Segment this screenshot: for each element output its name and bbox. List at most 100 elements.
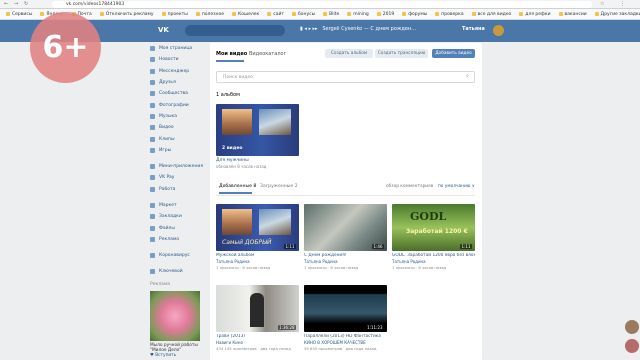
sidebar-item-label: Друзья [159,80,176,86]
sidebar-item[interactable]: Работа [150,184,205,195]
bookmark-item[interactable]: вакансии [558,11,587,17]
star-icon[interactable]: ☆ [600,1,604,7]
left-sidebar: Моя страница Новости Мессенджер Друзья Сообщ… [150,43,205,358]
video-author[interactable]: Навиги Кино [216,340,243,345]
vk-logo-icon[interactable]: VK [158,26,170,36]
video-duration: 1:46 [372,244,384,249]
bookmark-label: проверка [441,11,464,17]
bookmark-item[interactable]: сайт [267,12,284,17]
sidebar-item[interactable]: Музыка [150,111,205,122]
video-author[interactable]: Татьяна Родина [216,259,250,264]
sort-dropdown[interactable]: по умолчанию ∨ [438,184,475,189]
folder-icon [232,12,237,16]
bookmark-item[interactable]: Сервисы [6,12,32,17]
ad-join-link[interactable]: ♥ Вступить [150,353,205,358]
bookmark-item[interactable]: все для видео [471,12,511,17]
bookmark-item[interactable]: Кошелек [232,12,259,17]
reload-icon[interactable]: ↻ [24,1,28,7]
user-name[interactable]: Татьяна [462,26,485,32]
header-search-input[interactable] [185,25,285,36]
video-author[interactable]: Татьяна Родина [304,259,338,264]
sidebar-icon [150,269,155,275]
bookmark-item[interactable]: Другие закладки [594,12,640,17]
comments-review-link[interactable]: обзор комментариев [386,184,433,189]
sidebar-item[interactable]: Друзья [150,77,205,88]
search-icon[interactable]: ⌕ [466,73,469,79]
menu-icon[interactable]: ⋮ [620,1,625,7]
bookmark-item[interactable]: Blite [323,12,339,17]
folder-icon [402,12,407,16]
sidebar-item[interactable]: Сообщества [150,88,205,99]
sidebar-item[interactable]: Закладки [150,211,205,222]
bookmark-item[interactable]: для рефки [519,11,551,17]
create-album-button[interactable]: Создать альбом [325,49,373,58]
sidebar-item[interactable]: Маркет [150,200,205,211]
bookmark-label: бонусы [298,11,316,17]
sidebar-item[interactable]: Клипы [150,133,205,144]
video-thumbnail[interactable]: 1:36:28 [216,285,299,332]
video-thumbnail[interactable]: 1:46 [304,204,387,251]
bookmark-item[interactable]: полезное [195,12,224,17]
add-video-button[interactable]: Добавить видео [432,49,475,58]
bookmark-item[interactable]: бонусы [292,12,315,17]
sidebar-item[interactable]: Ключевой [150,266,205,277]
album-name[interactable]: Для мужчины [216,158,249,163]
video-thumbnail[interactable]: GODL Заработай 1200 € 1:11 [392,204,475,251]
tab-my-videos[interactable]: Мои видео [216,51,247,57]
bookmark-item[interactable]: проверка [435,11,464,17]
audio-player[interactable]: ▮ ◂ ▸ ▸▸ Sergeii Cysenko — С днем рожден… [300,26,416,32]
video-title[interactable]: Мужской альбом [216,253,299,258]
bookmark-item[interactable]: Отключить рекламу [99,12,154,17]
sidebar-item[interactable]: Моя страница [150,43,205,54]
back-icon[interactable]: ← [4,1,8,7]
avatar[interactable] [493,25,504,36]
ad-caption[interactable]: Мыло ручной работы "Милое Дело" [150,343,205,353]
sidebar-icon [150,46,155,52]
sidebar-item[interactable]: Игры [150,145,205,156]
sidebar-icon [150,164,155,170]
video-thumbnail[interactable]: Самый ДОБРЫЙ 1:11 [216,204,299,251]
sidebar-item[interactable]: Фотографии [150,99,205,110]
create-stream-button[interactable]: Создать трансляцию [375,49,428,58]
album-thumbnail[interactable]: 2 видео [216,104,299,156]
tab-video-catalog[interactable]: Видеокаталог [249,51,286,57]
sidebar-item[interactable]: Файлы [150,222,205,233]
video-title[interactable]: Травн (2013) [216,334,299,339]
ad-image[interactable] [150,290,200,341]
bookmark-item[interactable]: 2019 [376,12,394,17]
sidebar-icon [150,136,155,142]
tab-uploaded[interactable]: Загруженные 2 [260,184,298,189]
folder-icon [161,12,166,16]
video-author[interactable]: Татьяна Родина [392,259,426,264]
bookmark-label: вакансии [564,11,587,17]
sidebar-item[interactable]: Реклама [150,234,205,245]
sidebar-item[interactable]: Новости [150,54,205,65]
ads-label: Реклама [150,281,170,287]
sidebar-item[interactable]: Коронавирус [150,250,205,261]
bookmark-item[interactable]: проекты [161,12,188,17]
sidebar-icon [150,253,155,259]
video-title[interactable]: Параллели (2013) HD Фантастика [304,334,387,339]
address-bar[interactable]: vk.com/videos178441903 [52,1,592,8]
bookmark-label: для рефки [525,11,551,17]
sidebar-icon [150,125,155,131]
bookmark-item[interactable]: форумы [402,12,427,17]
sidebar-item[interactable]: Мессенджер [150,66,205,77]
folder-icon [347,12,352,16]
tab-added[interactable]: Добавленные 8 [219,184,256,189]
album-updated: обновлён 8 часов назад [216,164,267,169]
bookmark-item[interactable]: mining [347,12,369,17]
video-search-input[interactable]: Поиск видео [216,71,475,83]
video-title[interactable]: GODL. Заработай 1200 евро без вложени... [392,253,475,258]
player-track: Sergeii Cysenko — С днем рожден... [322,26,416,32]
video-thumbnail[interactable]: 1:11:23 [304,285,387,332]
folder-icon [6,12,10,16]
bookmark-label: форумы [408,11,428,17]
sidebar-item[interactable]: Мини-приложения [150,161,205,172]
forward-icon[interactable]: → [14,1,18,7]
sidebar-item[interactable]: Видео [150,122,205,133]
video-title[interactable]: С Днем рождения! [304,253,387,258]
sidebar-item[interactable]: VK Pay [150,172,205,183]
webcam-overlay [625,320,639,334]
video-author[interactable]: КИНО В ХОРОШЕМ КАЧЕСТВЕ [304,340,366,345]
